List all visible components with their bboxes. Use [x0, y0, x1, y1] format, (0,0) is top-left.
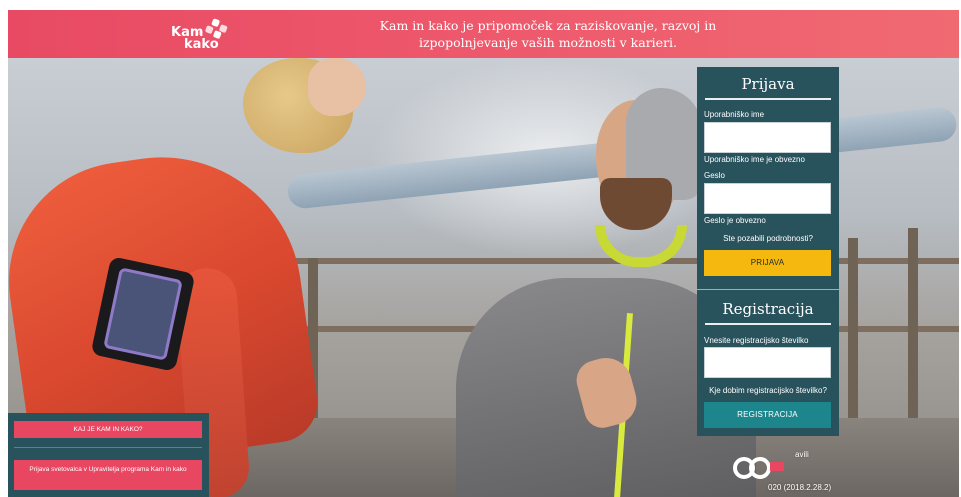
- footer-partner-logo-icon: [733, 457, 784, 479]
- where-registration-number-link[interactable]: Kje dobim registracijsko številko?: [697, 386, 839, 395]
- header-banner: Kam in kako Kam in kako je pripomoček za…: [8, 10, 959, 58]
- login-button[interactable]: PRIJAVA: [704, 250, 831, 276]
- registration-number-input[interactable]: [704, 347, 831, 378]
- login-panel: Prijava Uporabniško ime Uporabniško ime …: [697, 67, 839, 289]
- login-title: Prijava: [741, 75, 795, 93]
- page: Kam in kako Kam in kako je pripomoček za…: [8, 10, 959, 497]
- registration-title-rule: [705, 323, 831, 325]
- tagline-line-1: Kam in kako je pripomoček za raziskovanj…: [379, 18, 717, 33]
- login-title-rule: [705, 98, 831, 100]
- tagline-line-2: izpopolnjevanje vaših možnosti v karieri…: [418, 35, 678, 50]
- registration-number-label: Vnesite registracijsko številko: [704, 336, 809, 345]
- registration-button[interactable]: REGISTRACIJA: [704, 402, 831, 428]
- footer-version-text: 020 (2018.2.28.2): [768, 483, 832, 492]
- forgot-details-link[interactable]: Ste pozabili podrobnosti?: [697, 234, 839, 243]
- bridge-post: [848, 238, 858, 418]
- runner-woman-face: [308, 58, 366, 116]
- advisor-login-button[interactable]: Prijava svetovalca v Upravitelja program…: [14, 460, 202, 490]
- kam-in-kako-logo[interactable]: Kam in kako: [171, 18, 231, 52]
- username-input[interactable]: [704, 122, 831, 153]
- footer-made-by-text: avili: [795, 450, 809, 459]
- logo-flower-icon: [205, 18, 228, 39]
- bridge-post: [908, 228, 918, 418]
- tagline: Kam in kako je pripomoček za raziskovanj…: [338, 17, 758, 51]
- username-error: Uporabniško ime je obvezno: [704, 155, 805, 164]
- registration-panel: Registracija Vnesite registracijsko štev…: [697, 290, 839, 436]
- username-label: Uporabniško ime: [704, 110, 765, 119]
- info-divider: [14, 447, 202, 448]
- password-error: Geslo je obvezno: [704, 216, 766, 225]
- password-label: Geslo: [704, 171, 725, 180]
- about-button[interactable]: KAJ JE KAM IN KAKO?: [14, 421, 202, 438]
- info-panel: KAJ JE KAM IN KAKO? Prijava svetovalca v…: [8, 413, 209, 497]
- password-input[interactable]: [704, 183, 831, 214]
- registration-title: Registracija: [722, 300, 814, 318]
